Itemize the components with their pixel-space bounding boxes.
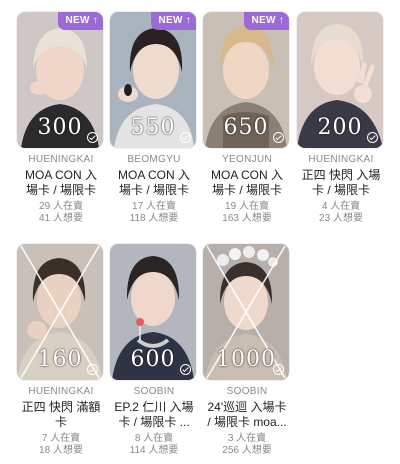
member-name: HUENINGKAI <box>28 154 94 165</box>
member-name: SOOBIN <box>226 386 268 397</box>
sellers-count: 4 人在賣 <box>321 201 361 212</box>
wanted-count: 41 人想要 <box>39 213 83 224</box>
listing-card[interactable]: 600 SOOBIN EP.2 仁川 入場 卡 / 場限卡 ... 8 人在賣 … <box>110 244 198 457</box>
member-name: HUENINGKAI <box>308 154 374 165</box>
wanted-count: 18 人想要 <box>39 445 83 456</box>
listing-card[interactable]: 160 HUENINGKAI 正四 快閃 滿額 卡 7 人在賣 18 人想要 <box>17 244 105 457</box>
card-photo[interactable]: 550 NEW ↑ <box>110 12 196 148</box>
check-icon <box>87 132 98 143</box>
arrow-up-icon: ↑ <box>92 15 98 26</box>
photocard-grid: 300 NEW ↑ HUENINGKAI MOA CON 入 場卡 / 場限卡 2… <box>0 0 400 464</box>
listing-card[interactable]: 1000 SOOBIN 24'巡迴 入場卡 / 場限卡 moa... 3 人在賣… <box>203 244 291 457</box>
card-photo[interactable]: 300 NEW ↑ <box>17 12 103 148</box>
check-icon <box>180 132 191 143</box>
wanted-count: 114 人想要 <box>129 445 179 456</box>
card-photo[interactable]: 160 <box>17 244 103 380</box>
card-title[interactable]: 正四 快閃 滿額 卡 <box>17 400 105 430</box>
arrow-up-icon: ↑ <box>185 15 191 26</box>
wanted-count: 118 人想要 <box>129 213 179 224</box>
check-icon <box>273 132 284 143</box>
arrow-up-icon: ↑ <box>278 15 284 26</box>
member-name: BEOMGYU <box>127 154 181 165</box>
wanted-count: 163 人想要 <box>222 213 272 224</box>
card-title[interactable]: MOA CON 入 場卡 / 場限卡 <box>17 168 105 198</box>
sellers-count: 8 人在賣 <box>134 433 174 444</box>
card-title[interactable]: MOA CON 入 場卡 / 場限卡 <box>110 168 198 198</box>
card-title[interactable]: EP.2 仁川 入場 卡 / 場限卡 ... <box>110 400 198 430</box>
listing-card[interactable]: 550 NEW ↑ BEOMGYU MOA CON 入 場卡 / 場限卡 17 人… <box>110 12 198 225</box>
wanted-count: 23 人想要 <box>319 213 363 224</box>
member-name: YEONJUN <box>222 154 272 165</box>
card-photo[interactable]: 650 NEW ↑ <box>203 12 289 148</box>
listing-card[interactable]: 200 HUENINGKAI 正四 快閃 入場 卡 / 場限卡 4 人在賣 23… <box>297 12 385 225</box>
card-title[interactable]: MOA CON 入 場卡 / 場限卡 <box>203 168 291 198</box>
card-title[interactable]: 正四 快閃 入場 卡 / 場限卡 <box>297 168 385 198</box>
card-photo[interactable]: 600 <box>110 244 196 380</box>
check-icon <box>87 364 98 375</box>
listing-card[interactable]: 300 NEW ↑ HUENINGKAI MOA CON 入 場卡 / 場限卡 2… <box>17 12 105 225</box>
card-title[interactable]: 24'巡迴 入場卡 / 場限卡 moa... <box>203 400 291 430</box>
new-badge: NEW ↑ <box>58 12 103 30</box>
listing-card[interactable]: 650 NEW ↑ YEONJUN MOA CON 入 場卡 / 場限卡 19 人… <box>203 12 291 225</box>
sellers-count: 29 人在賣 <box>39 201 83 212</box>
check-icon <box>367 132 378 143</box>
member-name: HUENINGKAI <box>28 386 94 397</box>
sellers-count: 7 人在賣 <box>41 433 81 444</box>
sellers-count: 17 人在賣 <box>132 201 176 212</box>
member-name: SOOBIN <box>133 386 175 397</box>
wanted-count: 256 人想要 <box>222 445 272 456</box>
check-icon <box>273 364 284 375</box>
sellers-count: 19 人在賣 <box>225 201 269 212</box>
sellers-count: 3 人在賣 <box>227 433 267 444</box>
new-badge: NEW ↑ <box>244 12 289 30</box>
new-badge: NEW ↑ <box>151 12 196 30</box>
card-photo[interactable]: 200 <box>297 12 383 148</box>
check-icon <box>180 364 191 375</box>
card-photo[interactable]: 1000 <box>203 244 289 380</box>
